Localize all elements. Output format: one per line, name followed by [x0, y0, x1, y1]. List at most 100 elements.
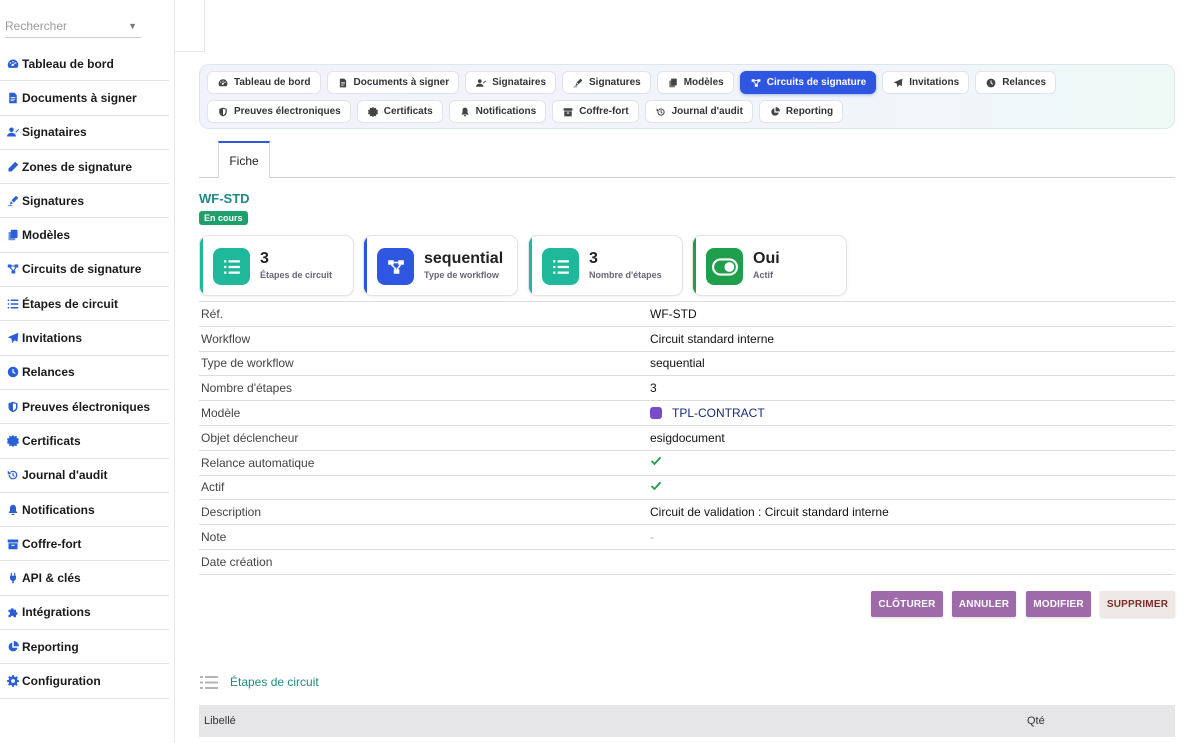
chevron-down-icon[interactable]: ▼ — [128, 14, 137, 38]
edit-button[interactable]: MODIFIER — [1026, 591, 1091, 617]
tab-chip-label: Reporting — [785, 106, 834, 117]
sidebar-item-send[interactable]: Invitations — [0, 321, 169, 356]
chart-pie-icon — [769, 106, 781, 118]
sidebar-item-dashboard[interactable]: Tableau de bord — [0, 47, 169, 82]
delete-button[interactable]: SUPPRIMER — [1100, 591, 1175, 617]
detail-key: Modèle — [201, 406, 241, 421]
detail-row: Modèle TPL-CONTRACT — [199, 401, 1175, 426]
detail-key: Nombre d'étapes — [201, 381, 293, 396]
sidebar-item-shield[interactable]: Preuves électroniques — [0, 390, 169, 425]
sidebar-item-label: Documents à signer — [22, 90, 137, 105]
detail-value — [650, 455, 662, 470]
detail-value[interactable]: TPL-CONTRACT — [650, 406, 765, 420]
detail-value-text: WF-STD — [650, 306, 697, 321]
dashboard-icon — [6, 57, 20, 71]
detail-row: Note - — [199, 525, 1175, 550]
tab-chip-certificate[interactable]: Certificats — [356, 100, 443, 123]
sidebar-item-users[interactable]: Signataires — [0, 116, 169, 150]
cancel-button[interactable]: ANNULER — [952, 591, 1016, 617]
steps-table-header: Libellé Qté — [199, 705, 1175, 737]
record-tabs: Fiche — [199, 139, 1175, 178]
stat-card-accent — [364, 236, 367, 295]
tab-chip-label: Preuves électroniques — [234, 106, 341, 117]
detail-value-text: - — [650, 530, 654, 545]
document-icon — [6, 91, 20, 105]
tab-chip-signature[interactable]: Signatures — [562, 71, 651, 94]
sidebar-item-clock[interactable]: Relances — [0, 356, 169, 390]
detail-value: Circuit de validation : Circuit standard… — [650, 505, 889, 519]
sidebar-item-document[interactable]: Documents à signer — [0, 81, 169, 116]
sidebar-item-bell[interactable]: Notifications — [0, 493, 169, 528]
sidebar-item-pen[interactable]: Zones de signature — [0, 150, 169, 185]
column-header-qty[interactable]: Qté — [1027, 715, 1045, 727]
tab-fiche[interactable]: Fiche — [218, 141, 270, 178]
sidebar-item-certificate[interactable]: Certificats — [0, 424, 169, 459]
sidebar-item-chart-pie[interactable]: Reporting — [0, 630, 169, 665]
sidebar: Rechercher ▼ Tableau de bord Documents à … — [0, 0, 175, 743]
tab-chip-shield[interactable]: Preuves électroniques — [207, 100, 351, 123]
detail-row: Type de workflow sequential — [199, 352, 1175, 377]
tab-chip-archive[interactable]: Coffre-fort — [552, 100, 639, 123]
tab-chip-dashboard[interactable]: Tableau de bord — [207, 71, 321, 94]
sidebar-item-archive[interactable]: Coffre-fort — [0, 527, 169, 562]
sidebar-item-gear[interactable]: Configuration — [0, 664, 169, 699]
detail-key: Note — [201, 530, 227, 545]
search-select[interactable]: Rechercher ▼ — [5, 14, 141, 38]
tab-chip-label: Coffre-fort — [579, 106, 629, 117]
tab-chip-send[interactable]: Invitations — [882, 71, 970, 94]
bell-icon — [459, 106, 471, 118]
sidebar-item-label: Certificats — [22, 433, 81, 448]
tab-chip-copy[interactable]: Modèles — [656, 71, 734, 94]
tab-chip-document[interactable]: Documents à signer — [326, 71, 460, 94]
stat-value: 3 — [589, 250, 598, 267]
detail-key: Workflow — [201, 331, 251, 346]
tab-chip-workflow[interactable]: Circuits de signature — [739, 71, 877, 94]
module-tabs: Tableau de bord Documents à signer Signata… — [199, 64, 1175, 129]
sidebar-item-puzzle[interactable]: Intégrations — [0, 596, 169, 631]
sidebar-item-copy[interactable]: Modèles — [0, 218, 169, 253]
shield-icon — [6, 400, 20, 414]
copy-icon — [667, 77, 679, 89]
sidebar-item-label: Signatures — [22, 193, 85, 208]
detail-value: esigdocument — [650, 431, 725, 445]
sidebar-item-label: Reporting — [22, 639, 79, 654]
detail-key: Objet déclencheur — [201, 430, 299, 445]
history-icon — [655, 106, 667, 118]
close-button[interactable]: CLÔTURER — [871, 591, 943, 617]
tab-chip-label: Relances — [1002, 77, 1047, 88]
sidebar-item-label: Zones de signature — [22, 159, 133, 174]
tab-chip-label: Documents à signer — [353, 77, 450, 88]
sidebar-item-workflow[interactable]: Circuits de signature — [0, 253, 169, 288]
list-icon — [542, 248, 579, 285]
check-icon — [650, 455, 662, 470]
tab-chip-bell[interactable]: Notifications — [448, 100, 547, 123]
tab-chip-clock[interactable]: Relances — [975, 71, 1057, 94]
detail-row: Réf. WF-STD — [199, 302, 1175, 327]
sidebar-item-label: Circuits de signature — [22, 262, 142, 277]
column-header-label[interactable]: Libellé — [204, 715, 236, 727]
sidebar-item-list[interactable]: Étapes de circuit — [0, 287, 169, 322]
tab-chip-chart-pie[interactable]: Reporting — [758, 100, 844, 123]
dashboard-icon — [217, 77, 229, 89]
stat-card-accent — [529, 236, 532, 295]
sidebar-item-history[interactable]: Journal d'audit — [0, 459, 169, 493]
tab-chip-history[interactable]: Journal d'audit — [644, 100, 753, 123]
sidebar-item-label: Invitations — [22, 331, 83, 346]
record-title: WF-STD — [199, 191, 250, 206]
sidebar-item-plug[interactable]: API & clés — [0, 561, 169, 596]
users-icon — [475, 77, 487, 89]
tab-chip-users[interactable]: Signataires — [465, 71, 557, 94]
detail-row: Workflow Circuit standard interne — [199, 327, 1175, 352]
template-link[interactable]: TPL-CONTRACT — [672, 406, 765, 420]
detail-value-text: Circuit de validation : Circuit standard… — [650, 505, 889, 520]
certificate-icon — [6, 434, 20, 448]
detail-row: Actif — [199, 476, 1175, 501]
detail-row: Objet déclencheur esigdocument — [199, 426, 1175, 451]
sidebar-item-signature[interactable]: Signatures — [0, 184, 169, 219]
users-icon — [6, 125, 20, 139]
section-title: Étapes de circuit — [230, 675, 319, 689]
detail-row: Date création — [199, 550, 1175, 575]
send-icon — [6, 331, 20, 345]
workflow-icon — [6, 262, 20, 276]
list-icon — [200, 675, 218, 690]
